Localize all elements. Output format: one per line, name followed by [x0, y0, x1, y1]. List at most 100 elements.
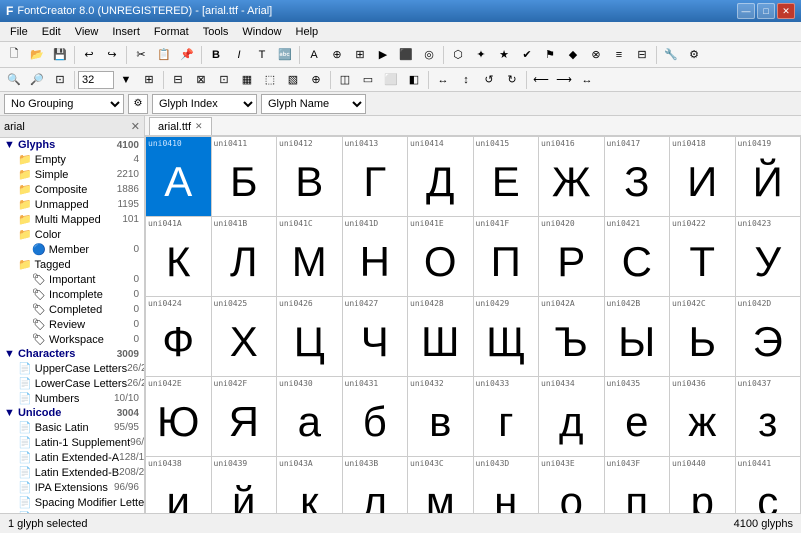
- glyph-cell-uni0436[interactable]: uni0436ж: [670, 377, 736, 457]
- btn8[interactable]: ⊕: [326, 44, 348, 66]
- minimize-button[interactable]: —: [737, 3, 755, 19]
- sidebar-close-button[interactable]: ✕: [131, 120, 140, 133]
- sidebar-item-composite[interactable]: 📁 Composite1886: [0, 182, 144, 197]
- sidebar-item-basic-latin[interactable]: 📄 Basic Latin95/95: [0, 420, 144, 435]
- zoom-out-button[interactable]: 🔍: [3, 69, 25, 91]
- glyph-cell-uni043E[interactable]: uni043Eо: [539, 457, 605, 513]
- glyph-cell-uni0424[interactable]: uni0424Ф: [146, 297, 212, 377]
- paste-button[interactable]: 📌: [176, 44, 198, 66]
- glyph-cell-uni041F[interactable]: uni041FП: [474, 217, 540, 297]
- transform-btn4[interactable]: ↻: [501, 69, 523, 91]
- glyph-cell-uni0440[interactable]: uni0440р: [670, 457, 736, 513]
- sidebar-item-empty[interactable]: 📁 Empty4: [0, 152, 144, 167]
- glyph-cell-uni0430[interactable]: uni0430а: [277, 377, 343, 457]
- glyph-cell-uni043C[interactable]: uni043Cм: [408, 457, 474, 513]
- sidebar-item-unmapped[interactable]: 📁 Unmapped1195: [0, 197, 144, 212]
- tab-arial-ttf[interactable]: arial.ttf ✕: [149, 117, 212, 135]
- btn15[interactable]: ★: [493, 44, 515, 66]
- grid-btn[interactable]: ⊞: [138, 69, 160, 91]
- sidebar-item-ipa-extensions[interactable]: 📄 IPA Extensions96/96: [0, 480, 144, 495]
- align-btn5[interactable]: ⬚: [259, 69, 281, 91]
- sidebar-item-member[interactable]: 🔵 Member0: [0, 242, 144, 257]
- view-btn3[interactable]: ⬜: [380, 69, 402, 91]
- glyph-cell-uni0417[interactable]: uni0417З: [605, 137, 671, 217]
- glyph-cell-uni0432[interactable]: uni0432в: [408, 377, 474, 457]
- menu-help[interactable]: Help: [290, 24, 325, 40]
- glyph-cell-uni0428[interactable]: uni0428Ш: [408, 297, 474, 377]
- glyph-cell-uni0412[interactable]: uni0412В: [277, 137, 343, 217]
- sidebar-item-unicode[interactable]: ▼ Unicode3004: [0, 406, 144, 420]
- sidebar-item-combining-diacri...[interactable]: 📄 Combining Diacri...111/112: [0, 510, 144, 513]
- spacing-btn3[interactable]: ↔: [576, 69, 598, 91]
- undo-button[interactable]: ↩: [78, 44, 100, 66]
- transform-btn3[interactable]: ↺: [478, 69, 500, 91]
- sidebar-item-lowercase-letters[interactable]: 📄 LowerCase Letters26/26: [0, 376, 144, 391]
- btn11[interactable]: ⬛: [395, 44, 417, 66]
- align-btn4[interactable]: ▦: [236, 69, 258, 91]
- glyph-grid-container[interactable]: uni0410Аuni0411Бuni0412Вuni0413Гuni0414Д…: [145, 136, 801, 513]
- sort-select[interactable]: Glyph Index: [152, 94, 257, 114]
- btn16[interactable]: ✔: [516, 44, 538, 66]
- btn7[interactable]: A: [303, 44, 325, 66]
- menu-file[interactable]: File: [4, 24, 34, 40]
- glyph-cell-uni0435[interactable]: uni0435е: [605, 377, 671, 457]
- zoom-input[interactable]: [78, 71, 114, 89]
- menu-format[interactable]: Format: [148, 24, 195, 40]
- glyph-cell-uni043A[interactable]: uni043Aк: [277, 457, 343, 513]
- sidebar-item-latin-extended-a[interactable]: 📄 Latin Extended-A128/128: [0, 450, 144, 465]
- zoom-btn2[interactable]: 🔎: [26, 69, 48, 91]
- sidebar-item-numbers[interactable]: 📄 Numbers10/10: [0, 391, 144, 406]
- glyph-cell-uni042B[interactable]: uni042BЫ: [605, 297, 671, 377]
- btn12[interactable]: ◎: [418, 44, 440, 66]
- glyph-cell-uni0433[interactable]: uni0433г: [474, 377, 540, 457]
- glyph-cell-uni0410[interactable]: uni0410А: [146, 137, 212, 217]
- sidebar-item-important[interactable]: 🏷 Important0: [0, 272, 144, 287]
- glyph-cell-uni0414[interactable]: uni0414Д: [408, 137, 474, 217]
- align-btn3[interactable]: ⊡: [213, 69, 235, 91]
- btn5[interactable]: T: [251, 44, 273, 66]
- tab-close-button[interactable]: ✕: [195, 121, 203, 132]
- window-controls[interactable]: — □ ✕: [737, 3, 795, 19]
- btn19[interactable]: ⊗: [585, 44, 607, 66]
- redo-button[interactable]: ↪: [101, 44, 123, 66]
- btn13[interactable]: ⬡: [447, 44, 469, 66]
- sidebar-item-review[interactable]: 🏷 Review0: [0, 317, 144, 332]
- sort-select2[interactable]: Glyph Name: [261, 94, 366, 114]
- glyph-cell-uni0434[interactable]: uni0434д: [539, 377, 605, 457]
- btn9[interactable]: ⊞: [349, 44, 371, 66]
- btn20[interactable]: ≡: [608, 44, 630, 66]
- glyph-cell-uni0441[interactable]: uni0441с: [736, 457, 801, 513]
- grouping-select[interactable]: No Grouping: [4, 94, 124, 114]
- sidebar-item-tagged[interactable]: 📁 Tagged: [0, 257, 144, 272]
- align-btn6[interactable]: ▧: [282, 69, 304, 91]
- glyph-cell-uni042C[interactable]: uni042CЬ: [670, 297, 736, 377]
- save-button[interactable]: 💾: [49, 44, 71, 66]
- glyph-cell-uni042F[interactable]: uni042FЯ: [212, 377, 278, 457]
- sidebar-item-completed[interactable]: 🏷 Completed0: [0, 302, 144, 317]
- cut-button[interactable]: ✂: [130, 44, 152, 66]
- sidebar-item-workspace[interactable]: 🏷 Workspace0: [0, 332, 144, 347]
- spacing-btn2[interactable]: ⟶: [553, 69, 575, 91]
- glyph-cell-uni0439[interactable]: uni0439й: [212, 457, 278, 513]
- open-button[interactable]: 📂: [26, 44, 48, 66]
- sidebar-item-glyphs[interactable]: ▼ Glyphs4100: [0, 138, 144, 152]
- glyph-cell-uni0411[interactable]: uni0411Б: [212, 137, 278, 217]
- copy-button[interactable]: 📋: [153, 44, 175, 66]
- glyph-cell-uni041D[interactable]: uni041DН: [343, 217, 409, 297]
- menu-view[interactable]: View: [69, 24, 105, 40]
- sidebar-item-multi-mapped[interactable]: 📁 Multi Mapped101: [0, 212, 144, 227]
- glyph-cell-uni042E[interactable]: uni042EЮ: [146, 377, 212, 457]
- view-btn2[interactable]: ▭: [357, 69, 379, 91]
- btn23[interactable]: ⚙: [683, 44, 705, 66]
- glyph-cell-uni0425[interactable]: uni0425Х: [212, 297, 278, 377]
- spacing-btn1[interactable]: ⟵: [530, 69, 552, 91]
- glyph-cell-uni0420[interactable]: uni0420Р: [539, 217, 605, 297]
- new-button[interactable]: 🗋: [3, 44, 25, 66]
- glyph-cell-uni0438[interactable]: uni0438и: [146, 457, 212, 513]
- sidebar-item-spacing-modifier-letters[interactable]: 📄 Spacing Modifier Letters80/80: [0, 495, 144, 510]
- sidebar-item-incomplete[interactable]: 🏷 Incomplete0: [0, 287, 144, 302]
- btn17[interactable]: ⚑: [539, 44, 561, 66]
- btn21[interactable]: ⊟: [631, 44, 653, 66]
- view-btn4[interactable]: ◧: [403, 69, 425, 91]
- glyph-cell-uni0415[interactable]: uni0415Е: [474, 137, 540, 217]
